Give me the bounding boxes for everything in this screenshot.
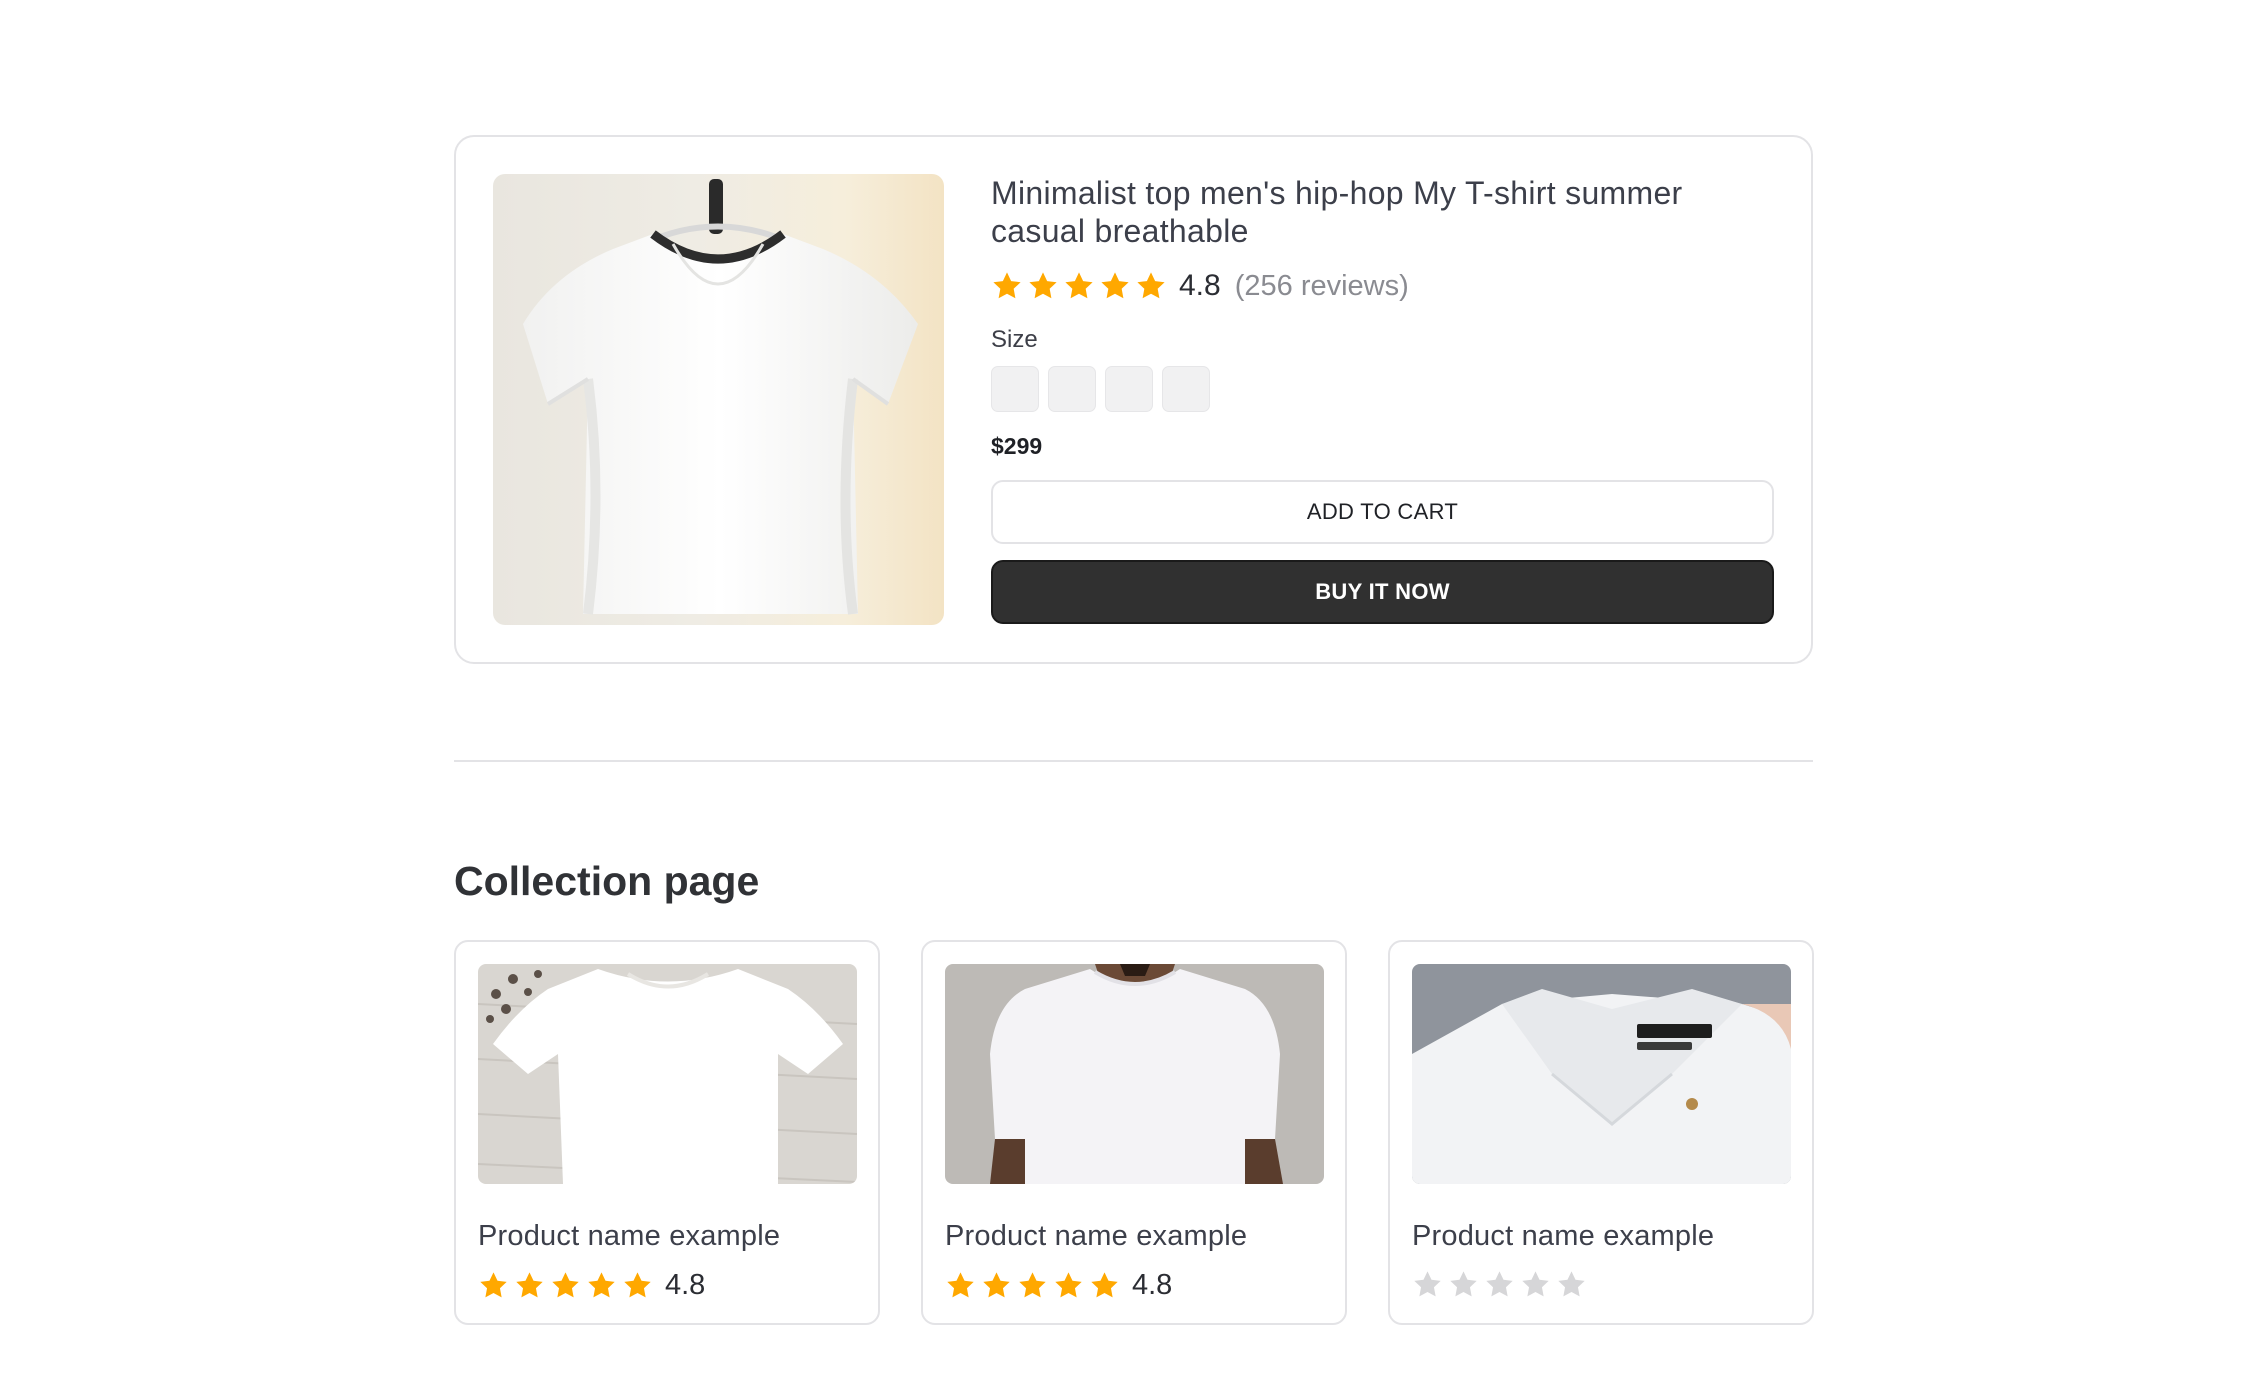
rating-value: 4.8	[1132, 1269, 1173, 1301]
star-rating	[945, 1270, 1120, 1301]
star-icon	[624, 1272, 651, 1298]
buy-now-button[interactable]: BUY IT NOW	[991, 560, 1774, 624]
man-wearing-white-tshirt-image	[945, 964, 1324, 1184]
size-label: Size	[991, 326, 1038, 353]
section-divider	[454, 760, 1813, 762]
star-icon	[1019, 1272, 1046, 1298]
size-option[interactable]	[1105, 366, 1153, 412]
product-thumbnail[interactable]	[945, 964, 1324, 1184]
collection-title: Collection page	[454, 858, 760, 904]
star-icon	[1091, 1272, 1118, 1298]
product-title: Minimalist top men's hip-hop My T-shirt …	[991, 175, 1683, 249]
star-icon	[480, 1272, 507, 1298]
product-price: $299	[991, 433, 1043, 459]
review-count[interactable]: (256 reviews)	[1235, 270, 1409, 303]
white-tshirt-flatlay-image	[478, 964, 857, 1184]
star-icon	[1522, 1271, 1549, 1297]
star-icon	[1137, 272, 1165, 299]
star-icon	[552, 1272, 579, 1298]
size-option[interactable]	[991, 366, 1039, 412]
star-icon	[1055, 1272, 1082, 1298]
star-icon	[1065, 272, 1093, 299]
star-icon	[1029, 272, 1057, 299]
product-thumbnail[interactable]	[478, 964, 857, 1184]
add-to-cart-button[interactable]: ADD TO CART	[991, 480, 1774, 544]
star-icon	[993, 272, 1021, 299]
product-thumbnail[interactable]	[1412, 964, 1791, 1184]
star-icon	[1486, 1271, 1513, 1297]
star-rating	[478, 1270, 653, 1301]
star-icon	[1450, 1271, 1477, 1297]
product-card: Minimalist top men's hip-hop My T-shirt …	[454, 135, 1813, 664]
tshirt-on-hanger-image	[523, 179, 918, 615]
product-card-3[interactable]: Product name example	[1388, 940, 1814, 1325]
star-icon	[588, 1272, 615, 1298]
size-selector	[991, 366, 1774, 412]
product-info: Minimalist top men's hip-hop My T-shirt …	[991, 174, 1774, 624]
star-icon	[1558, 1271, 1585, 1297]
rating-value: 4.8	[665, 1269, 706, 1301]
size-option[interactable]	[1162, 366, 1210, 412]
rating-value: 4.8	[1179, 269, 1221, 302]
star-icon	[983, 1272, 1010, 1298]
white-shirt-collar-image	[1412, 964, 1791, 1184]
product-rating	[1412, 1269, 1599, 1300]
product-card-2[interactable]: Product name example 4.8	[921, 940, 1347, 1325]
product-name[interactable]: Product name example	[478, 1220, 780, 1253]
size-option[interactable]	[1048, 366, 1096, 412]
star-rating	[1412, 1269, 1587, 1300]
star-icon	[1101, 272, 1129, 299]
product-name[interactable]: Product name example	[945, 1220, 1247, 1253]
product-rating: 4.8 (256 reviews)	[991, 268, 1774, 304]
product-rating: 4.8	[478, 1269, 705, 1302]
star-icon	[1414, 1271, 1441, 1297]
star-icon	[947, 1272, 974, 1298]
star-icon	[516, 1272, 543, 1298]
star-rating	[991, 270, 1167, 302]
product-image[interactable]	[493, 174, 944, 625]
collection-grid: Product name example 4.8 Product name ex…	[454, 940, 1814, 1325]
product-rating: 4.8	[945, 1269, 1172, 1302]
product-card-1[interactable]: Product name example 4.8	[454, 940, 880, 1325]
product-name[interactable]: Product name example	[1412, 1220, 1714, 1253]
